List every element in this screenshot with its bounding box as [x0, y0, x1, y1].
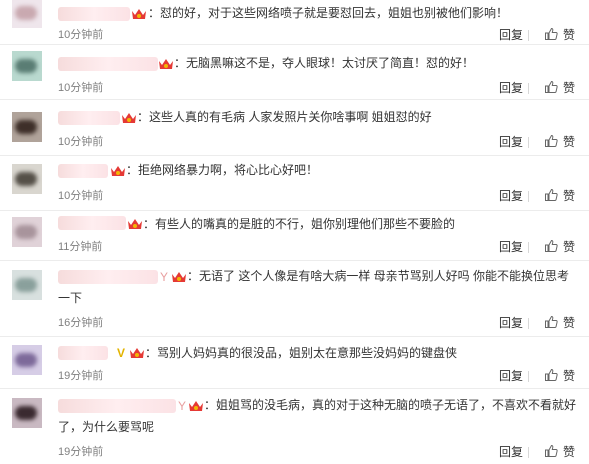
comment-text: ：怼的好，对于这些网络喷子就是要怼回去，姐姐也别被他们影响！ [148, 6, 509, 20]
crown-badge-icon [132, 9, 146, 19]
divider [528, 83, 529, 94]
crown-badge-icon [128, 219, 142, 229]
comment-list: ：怼的好，对于这些网络喷子就是要怼回去，姐姐也别被他们影响！ 10分钟前 回复 … [0, 0, 589, 464]
comment-text: ：有些人的嘴真的是脏的不行，姐你别理他们那些不要脸的 [143, 217, 456, 231]
divider [528, 191, 529, 202]
commenter-name[interactable] [58, 216, 126, 230]
comment-time: 10分钟前 [58, 29, 104, 41]
reply-button[interactable]: 回复 [499, 316, 523, 330]
comment-item: ：拒绝网络暴力啊，将心比心好吧！ 10分钟前 回复 赞 [0, 156, 589, 211]
like-button[interactable]: 赞 [563, 369, 575, 383]
crown-badge-icon [122, 113, 136, 123]
reply-button[interactable]: 回复 [499, 240, 523, 254]
comment-item: Y ：姐姐骂的没毛病，真的对于这种无脑的喷子无语了，不喜欢不看就好 了，为什么要… [0, 389, 589, 464]
divider [528, 447, 529, 458]
divider [528, 318, 529, 329]
comment-text-continued: 了，为什么要骂呢 [58, 420, 155, 434]
comment-time: 19分钟前 [58, 370, 104, 382]
comment-text: ：这些人真的有毛病 人家发照片关你啥事啊 姐姐怼的好 [137, 110, 432, 124]
comment-time: 10分钟前 [58, 136, 104, 148]
like-button[interactable]: 赞 [563, 445, 575, 459]
crown-badge-icon [159, 59, 173, 69]
comment-item: ：这些人真的有毛病 人家发照片关你啥事啊 姐姐怼的好 10分钟前 回复 赞 [0, 100, 589, 156]
comment-text: ：拒绝网络暴力啊，将心比心好吧！ [126, 163, 319, 177]
thumbs-up-icon[interactable] [544, 239, 558, 253]
like-button[interactable]: 赞 [563, 316, 575, 330]
divider [528, 137, 529, 148]
reply-button[interactable]: 回复 [499, 135, 523, 149]
avatar[interactable] [12, 270, 42, 300]
commenter-name[interactable] [58, 270, 158, 284]
comment-time: 19分钟前 [58, 446, 104, 458]
reply-button[interactable]: 回复 [499, 189, 523, 203]
avatar[interactable] [12, 217, 42, 247]
avatar[interactable] [12, 0, 42, 28]
divider [528, 242, 529, 253]
comment-text: ：无脑黑嘛这不是，夺人眼球！太讨厌了简直！怼的好！ [174, 56, 475, 70]
commenter-name-tail: Y [178, 399, 187, 413]
avatar[interactable] [12, 112, 42, 142]
reply-button[interactable]: 回复 [499, 445, 523, 459]
like-button[interactable]: 赞 [563, 28, 575, 42]
comment-item: ：有些人的嘴真的是脏的不行，姐你别理他们那些不要脸的 11分钟前 回复 赞 [0, 211, 589, 261]
divider [528, 371, 529, 382]
comment-text: ：姐姐骂的没毛病，真的对于这种无脑的喷子无语了，不喜欢不看就好 [204, 398, 577, 412]
comment-time: 10分钟前 [58, 82, 104, 94]
divider [528, 30, 529, 41]
avatar[interactable] [12, 51, 42, 81]
comment-item: V ：骂别人妈妈真的很没品，姐别太在意那些没妈妈的键盘侠 19分钟前 回复 赞 [0, 337, 589, 389]
commenter-name-tail: V [117, 346, 126, 360]
commenter-name[interactable] [58, 57, 158, 71]
commenter-name-tail: Y [160, 270, 169, 284]
like-button[interactable]: 赞 [563, 189, 575, 203]
comment-time: 16分钟前 [58, 317, 104, 329]
thumbs-up-icon[interactable] [544, 134, 558, 148]
reply-button[interactable]: 回复 [499, 81, 523, 95]
reply-button[interactable]: 回复 [499, 28, 523, 42]
comment-text-continued: 一下 [58, 291, 83, 305]
avatar[interactable] [12, 164, 42, 194]
thumbs-up-icon[interactable] [544, 188, 558, 202]
comment-item: ：怼的好，对于这些网络喷子就是要怼回去，姐姐也别被他们影响！ 10分钟前 回复 … [0, 0, 589, 45]
commenter-name[interactable] [58, 7, 130, 21]
commenter-name[interactable] [58, 346, 108, 360]
commenter-name[interactable] [58, 399, 176, 413]
thumbs-up-icon[interactable] [544, 27, 558, 41]
commenter-name[interactable] [58, 164, 108, 178]
comment-time: 10分钟前 [58, 190, 104, 202]
crown-badge-icon [130, 348, 144, 358]
crown-badge-icon [189, 401, 203, 411]
crown-badge-icon [111, 166, 125, 176]
comment-item: Y ：无语了 这个人像是有啥大病一样 母亲节骂别人好吗 你能不能换位思考 一下 … [0, 261, 589, 337]
comment-time: 11分钟前 [58, 241, 103, 253]
comment-text: ：骂别人妈妈真的很没品，姐别太在意那些没妈妈的键盘侠 [145, 346, 458, 360]
comment-item: ：无脑黑嘛这不是，夺人眼球！太讨厌了简直！怼的好！ 10分钟前 回复 赞 [0, 45, 589, 100]
thumbs-up-icon[interactable] [544, 444, 558, 458]
reply-button[interactable]: 回复 [499, 369, 523, 383]
thumbs-up-icon[interactable] [544, 368, 558, 382]
like-button[interactable]: 赞 [563, 81, 575, 95]
thumbs-up-icon[interactable] [544, 315, 558, 329]
like-button[interactable]: 赞 [563, 135, 575, 149]
avatar[interactable] [12, 345, 42, 375]
commenter-name[interactable] [58, 111, 120, 125]
avatar[interactable] [12, 398, 42, 428]
thumbs-up-icon[interactable] [544, 80, 558, 94]
crown-badge-icon [172, 272, 186, 282]
comment-text: ：无语了 这个人像是有啥大病一样 母亲节骂别人好吗 你能不能换位思考 [187, 269, 570, 283]
like-button[interactable]: 赞 [563, 240, 575, 254]
